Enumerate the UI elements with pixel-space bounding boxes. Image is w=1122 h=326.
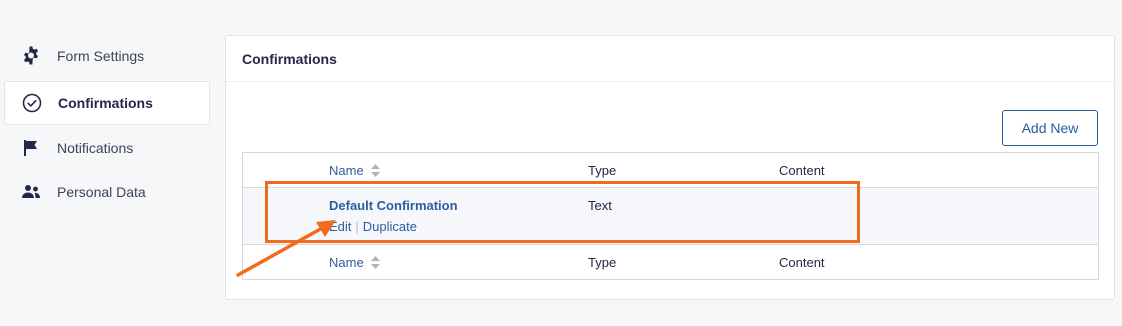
form-settings-page: Form Settings Confirmations Notification…	[0, 0, 1122, 326]
confirmation-type-cell: Text	[588, 198, 612, 213]
sidebar-item-label: Form Settings	[57, 48, 145, 64]
table-header-row: Name Type Content	[243, 153, 1098, 188]
flag-icon	[20, 137, 42, 159]
duplicate-link[interactable]: Duplicate	[363, 219, 417, 234]
table-row: Default Confirmation Edit | Duplicate Text	[243, 188, 1098, 245]
sidebar-item-confirmations[interactable]: Confirmations	[4, 81, 210, 125]
add-new-button[interactable]: Add New	[1002, 110, 1098, 146]
check-circle-icon	[21, 92, 43, 114]
action-separator: |	[355, 219, 359, 234]
confirmation-name-cell: Default Confirmation Edit | Duplicate	[329, 198, 458, 234]
sidebar-item-personal-data[interactable]: Personal Data	[4, 170, 210, 214]
row-actions: Edit | Duplicate	[329, 219, 458, 234]
edit-link[interactable]: Edit	[329, 219, 351, 234]
sidebar-item-notifications[interactable]: Notifications	[4, 126, 210, 170]
sidebar-item-label: Personal Data	[57, 184, 146, 200]
column-footer-type: Type	[588, 255, 617, 270]
table-footer-row: Name Type Content	[243, 245, 1098, 279]
sidebar-item-label: Confirmations	[58, 95, 153, 111]
sort-arrows-icon	[371, 164, 381, 180]
confirmations-table: Name Type Content Default Confirmation E	[242, 152, 1099, 280]
panel-title: Confirmations	[226, 36, 1114, 82]
confirmations-panel: Confirmations Add New Name Type Content	[225, 35, 1115, 300]
column-header-name[interactable]: Name	[329, 163, 381, 180]
sidebar-item-label: Notifications	[57, 140, 134, 156]
sort-name-link[interactable]: Name	[329, 255, 364, 270]
sort-arrows-icon	[371, 256, 381, 272]
column-footer-name[interactable]: Name	[329, 255, 381, 272]
column-footer-content: Content	[779, 255, 825, 270]
sidebar-item-form-settings[interactable]: Form Settings	[4, 34, 210, 78]
sort-name-link[interactable]: Name	[329, 163, 364, 178]
column-header-content: Content	[779, 163, 825, 178]
gear-icon	[20, 45, 42, 67]
users-icon	[20, 181, 42, 203]
column-header-type: Type	[588, 163, 617, 178]
confirmation-title-link[interactable]: Default Confirmation	[329, 198, 458, 213]
